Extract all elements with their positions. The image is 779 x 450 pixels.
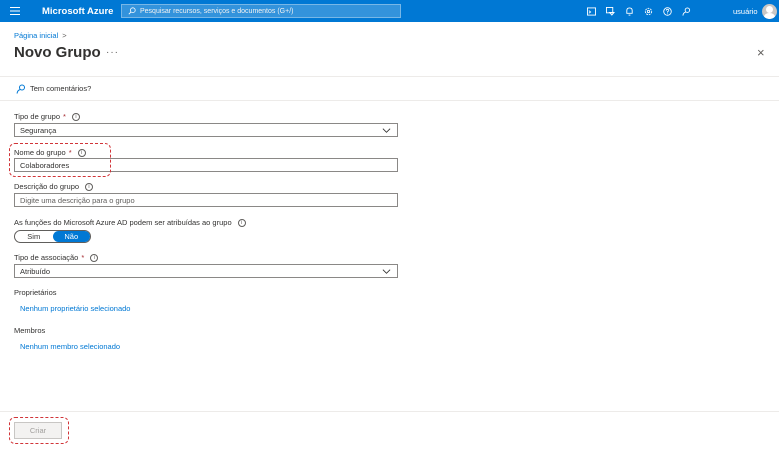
directory-filter-icon[interactable] [601, 0, 620, 22]
help-icon[interactable] [658, 0, 677, 22]
info-icon[interactable]: i [90, 253, 99, 262]
global-search-input[interactable]: Pesquisar recursos, serviços e documento… [121, 4, 401, 18]
group-description-placeholder: Digite uma descrição para o grupo [20, 195, 135, 205]
feedback-bar: Tem comentários? [0, 76, 779, 101]
breadcrumb: Página inicial > [14, 31, 67, 40]
top-icons-group [582, 0, 696, 22]
roles-assignable-label: As funções do Microsoft Azure AD podem s… [14, 218, 246, 227]
required-mark: * [81, 253, 85, 262]
user-account[interactable]: usuário [733, 0, 777, 22]
roles-assignable-label-text: As funções do Microsoft Azure AD podem s… [14, 218, 232, 227]
toggle-option-yes[interactable]: Sim [15, 231, 53, 242]
bell-icon[interactable] [620, 0, 639, 22]
owners-label: Proprietários [14, 288, 57, 297]
group-type-dropdown[interactable]: Segurança [14, 123, 398, 137]
page-title: Novo Grupo [14, 44, 101, 61]
highlight-create-button [9, 417, 69, 444]
group-description-label: Descrição do grupo i [14, 182, 94, 191]
search-icon [128, 7, 136, 15]
members-link[interactable]: Nenhum membro selecionado [20, 342, 120, 351]
group-type-label: Tipo de grupo * i [14, 112, 80, 121]
search-placeholder: Pesquisar recursos, serviços e documento… [140, 7, 294, 15]
brand-title[interactable]: Microsoft Azure [30, 6, 120, 17]
breadcrumb-home[interactable]: Página inicial [14, 31, 58, 40]
avatar [761, 3, 777, 19]
hamburger-menu-icon[interactable] [0, 0, 30, 22]
membership-type-dropdown[interactable]: Atribuído [14, 264, 398, 278]
group-type-label-text: Tipo de grupo [14, 112, 61, 121]
feedback-icon[interactable] [677, 0, 696, 22]
roles-assignable-toggle[interactable]: Sim Não [14, 230, 91, 243]
info-icon[interactable]: i [85, 182, 94, 191]
chevron-down-icon [382, 128, 391, 133]
info-icon[interactable]: i [237, 218, 246, 227]
group-type-value: Segurança [20, 125, 57, 135]
membership-type-value: Atribuído [20, 266, 51, 276]
more-options-icon[interactable]: ··· [106, 47, 119, 58]
breadcrumb-separator: > [62, 31, 67, 40]
footer-bar [0, 411, 779, 450]
feedback-link[interactable]: Tem comentários? [30, 84, 91, 93]
members-label: Membros [14, 326, 46, 335]
required-mark: * [63, 112, 66, 121]
toggle-option-no[interactable]: Não [52, 231, 90, 242]
owners-link[interactable]: Nenhum proprietário selecionado [20, 304, 130, 313]
cloud-shell-icon[interactable] [582, 0, 601, 22]
membership-type-label-text: Tipo de associação [14, 253, 79, 262]
highlight-group-name [9, 143, 111, 177]
chevron-down-icon [382, 269, 391, 274]
close-icon[interactable]: × [757, 45, 765, 60]
group-description-label-text: Descrição do grupo [14, 182, 80, 191]
info-icon[interactable]: i [71, 112, 80, 121]
feedback-icon [16, 84, 25, 94]
user-name: usuário [733, 6, 758, 16]
membership-type-label: Tipo de associação * i [14, 253, 99, 262]
group-description-input[interactable]: Digite uma descrição para o grupo [14, 193, 398, 207]
gear-icon[interactable] [639, 0, 658, 22]
